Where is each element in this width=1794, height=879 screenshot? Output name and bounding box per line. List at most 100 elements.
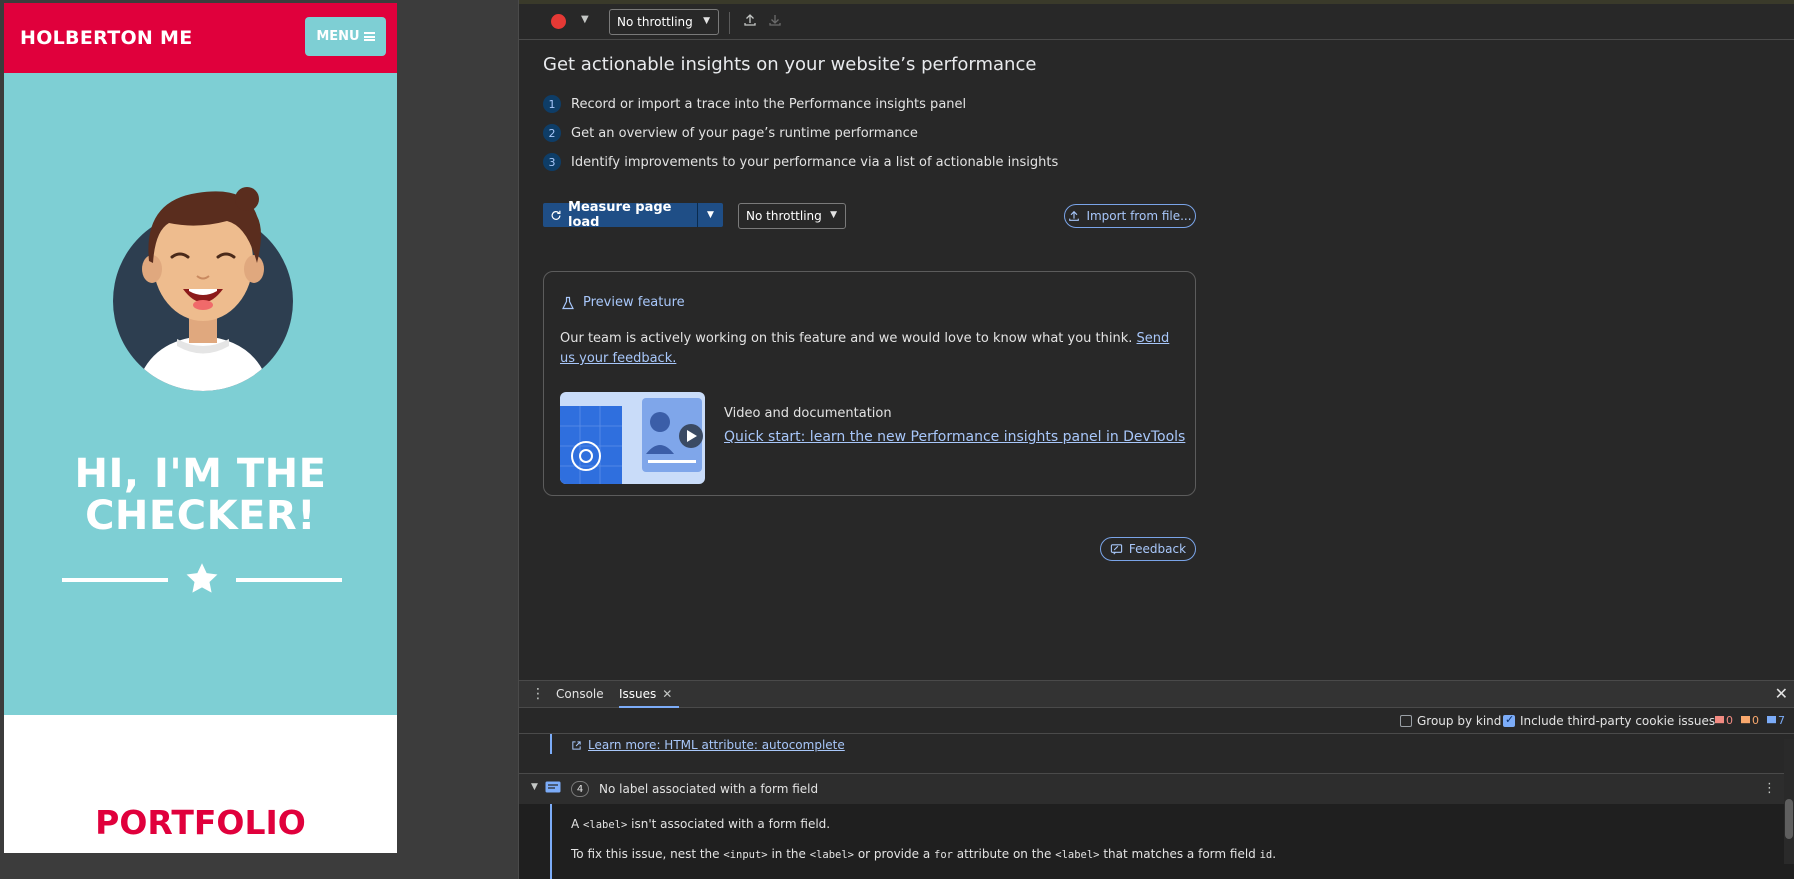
preview-feature-card: Preview feature Our team is actively wor… (543, 271, 1196, 496)
portfolio-heading: PORTFOLIO (95, 803, 306, 842)
text-fragment: or provide a (857, 847, 931, 861)
text-fragment: in the (771, 847, 806, 861)
measure-page-load-main[interactable]: Measure page load (543, 200, 697, 230)
step-text: Get an overview of your page’s runtime p… (571, 125, 918, 141)
step-text: Record or import a trace into the Perfor… (571, 96, 967, 112)
warning-count: 0 (1741, 714, 1759, 727)
text-fragment: that matches a form field (1103, 847, 1256, 861)
performance-insights-landing: Get actionable insights on your website’… (519, 40, 1794, 680)
step-item: 2 Get an overview of your page’s runtime… (543, 124, 918, 142)
download-icon (769, 15, 781, 26)
chevron-down-icon: ▼ (830, 210, 837, 220)
hero-section: HI, I'M THE CHECKER! (4, 73, 397, 715)
group-by-kind-label: Group by kind (1417, 714, 1502, 728)
code-fragment: id (1259, 849, 1273, 861)
code-fragment: <label> (809, 849, 855, 861)
code-fragment: <label> (1055, 849, 1100, 861)
feedback-icon (1110, 543, 1123, 555)
throttling-value: No throttling (617, 15, 693, 29)
issue-kebab-icon[interactable]: ⋮ (1763, 781, 1776, 796)
record-options-chevron-icon[interactable]: ▼ (581, 14, 589, 25)
preview-body: Our team is actively working on this fea… (560, 331, 1133, 346)
info-count: 7 (1767, 714, 1785, 727)
upload-icon (1069, 210, 1080, 221)
error-flag-icon (1715, 716, 1724, 724)
issue-description: A <label> isn't associated with a form f… (571, 817, 830, 831)
issue-title[interactable]: No label associated with a form field (599, 782, 818, 796)
step-text: Identify improvements to your performanc… (571, 154, 1059, 170)
step-number: 2 (543, 124, 561, 142)
warning-count-value: 0 (1752, 714, 1759, 727)
import-from-file-button[interactable]: Import from file... (1064, 204, 1196, 228)
close-tab-icon[interactable]: ✕ (662, 687, 672, 701)
video-thumbnail[interactable] (560, 392, 705, 484)
tab-issues[interactable]: Issues ✕ (619, 687, 679, 708)
drawer-kebab-icon[interactable]: ⋮ (531, 686, 545, 702)
measure-options-chevron-icon[interactable]: ▼ (697, 203, 723, 227)
issue-count-badge: 4 (571, 781, 589, 797)
close-drawer-icon[interactable]: ✕ (1775, 684, 1788, 703)
issue-accent-bar (550, 804, 552, 879)
info-count-value: 7 (1778, 714, 1785, 727)
scrollbar-thumb[interactable] (1785, 799, 1793, 839)
expand-chevron-icon[interactable]: ▼ (531, 782, 538, 792)
star-icon (186, 563, 218, 593)
issue-fix-description: To fix this issue, nest the <input> in t… (571, 847, 1276, 861)
measure-page-load-button[interactable]: Measure page load ▼ (543, 200, 723, 230)
code-fragment: <label> (583, 819, 628, 831)
import-label: Import from file... (1086, 209, 1192, 223)
measure-page-load-label: Measure page load (568, 200, 672, 230)
step-item: 1 Record or import a trace into the Perf… (543, 95, 966, 113)
external-link-icon (572, 740, 581, 750)
text-fragment: . (1272, 847, 1277, 861)
record-button[interactable] (551, 14, 566, 29)
feedback-label: Feedback (1128, 542, 1187, 556)
text-fragment: A (571, 817, 580, 831)
throttling-select-toolbar[interactable]: No throttling ▼ (609, 9, 719, 35)
issues-scrollbar[interactable] (1784, 739, 1794, 864)
devtools-panel: ▼ No throttling ▼ Get actionable insight… (518, 0, 1794, 879)
feedback-button[interactable]: Feedback (1100, 537, 1196, 561)
chevron-down-icon: ▼ (703, 16, 710, 26)
hamburger-icon (363, 32, 375, 41)
preview-feature-text: Preview feature (583, 295, 685, 310)
site-brand[interactable]: HOLBERTON ME (20, 27, 193, 49)
learn-more-link[interactable]: Learn more: HTML attribute: autocomplete (571, 738, 845, 752)
info-flag-icon (1767, 716, 1776, 724)
menu-label: MENU (316, 29, 360, 44)
issue-header-row[interactable]: ▼ 4 No label associated with a form fiel… (519, 774, 1794, 804)
issue-message-icon (545, 781, 561, 793)
issues-toolbar: Group by kind Include third-party cookie… (519, 708, 1794, 734)
step-number: 1 (543, 95, 561, 113)
hero-title-line-2: CHECKER! (85, 493, 316, 539)
divider-line-right (236, 578, 342, 582)
warning-flag-icon (1741, 716, 1750, 724)
text-fragment: attribute on the (956, 847, 1052, 861)
include-third-party-label: Include third-party cookie issues (1520, 714, 1716, 728)
tab-issues-label: Issues (619, 687, 657, 701)
reload-icon (551, 210, 561, 220)
flask-icon (562, 296, 574, 309)
site-header: HOLBERTON ME MENU (4, 3, 397, 73)
star-divider (62, 561, 342, 597)
upload-icon[interactable] (743, 13, 757, 27)
landing-heading: Get actionable insights on your website’… (543, 54, 1037, 75)
issue-accent-bar (550, 734, 552, 754)
issue-counts[interactable]: 0 0 7 (1715, 714, 1785, 727)
throttling-select[interactable]: No throttling ▼ (738, 203, 846, 229)
menu-button[interactable]: MENU (305, 17, 386, 56)
checkbox-unchecked-icon (1400, 715, 1412, 727)
step-number: 3 (543, 153, 561, 171)
quick-start-link[interactable]: Quick start: learn the new Performance i… (724, 429, 1185, 445)
drawer-tabbar: ⋮ Console Issues ✕ ✕ (519, 681, 1794, 708)
include-third-party-checkbox[interactable]: Include third-party cookie issues (1503, 713, 1716, 728)
preview-description: Our team is actively working on this fea… (560, 329, 1170, 369)
devtools-drawer: ⋮ Console Issues ✕ ✕ Group by kind Includ… (519, 680, 1794, 879)
group-by-kind-checkbox[interactable]: Group by kind (1400, 714, 1501, 728)
code-fragment: for (934, 849, 953, 861)
throttling-value: No throttling (746, 209, 822, 223)
video-docs-title: Video and documentation (724, 406, 892, 421)
tab-console[interactable]: Console (556, 687, 604, 701)
error-count: 0 (1715, 714, 1733, 727)
hero-title: HI, I'M THE CHECKER! (4, 453, 397, 537)
